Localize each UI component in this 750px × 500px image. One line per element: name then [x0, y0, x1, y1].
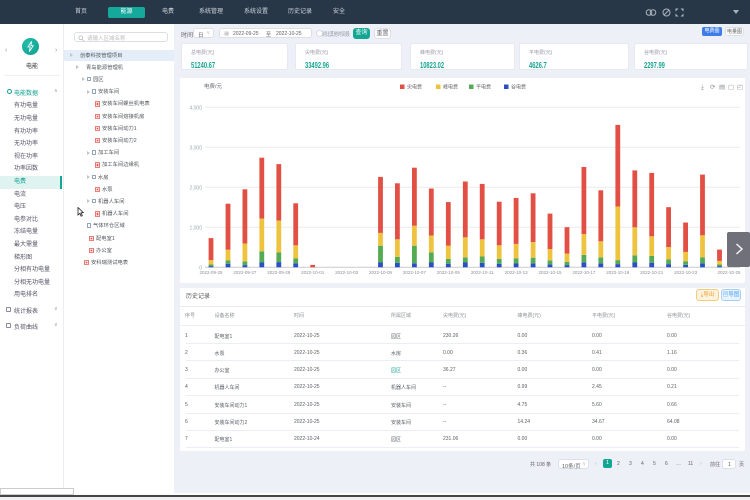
svg-text:2022-10-23: 2022-10-23	[674, 270, 698, 275]
svg-text:2022-10-13: 2022-10-13	[505, 270, 529, 275]
svg-text:4,000: 4,000	[189, 105, 202, 111]
svg-text:2022-10-03: 2022-10-03	[335, 270, 359, 275]
svg-text:2022-10-11: 2022-10-11	[471, 270, 494, 275]
svg-text:◰: ◰	[737, 84, 743, 91]
svg-text:2022-10-07: 2022-10-07	[403, 270, 427, 275]
svg-text:2022-10-15: 2022-10-15	[538, 270, 562, 275]
svg-text:⤓: ⤓	[701, 84, 704, 91]
svg-text:⟳: ⟳	[710, 84, 716, 91]
svg-text:2022-10-17: 2022-10-17	[572, 270, 596, 275]
svg-text:▢: ▢	[728, 84, 734, 91]
svg-text:峰电费: 峰电费	[443, 84, 458, 91]
svg-text:平电费: 平电费	[476, 84, 491, 91]
svg-text:2,000: 2,000	[189, 185, 202, 191]
svg-text:谷电费: 谷电费	[511, 84, 526, 91]
svg-text:2022-10-05: 2022-10-05	[369, 270, 393, 275]
svg-text:2022-10-25: 2022-10-25	[717, 270, 741, 275]
svg-text:2022-10-01: 2022-10-01	[301, 270, 325, 275]
svg-text:▤: ▤	[719, 84, 725, 91]
svg-text:1,000: 1,000	[189, 225, 202, 231]
svg-text:2022-10-21: 2022-10-21	[640, 270, 664, 275]
svg-text:3,000: 3,000	[189, 145, 202, 151]
svg-text:2022-09-25: 2022-09-25	[199, 270, 223, 275]
svg-text:2022-09-29: 2022-09-29	[267, 270, 291, 275]
svg-text:2022-10-19: 2022-10-19	[606, 270, 630, 275]
svg-text:2022-09-27: 2022-09-27	[233, 270, 257, 275]
svg-text:尖电费: 尖电费	[407, 84, 422, 91]
svg-text:2022-10-09: 2022-10-09	[437, 270, 461, 275]
svg-text:电费/元: 电费/元	[204, 82, 223, 90]
